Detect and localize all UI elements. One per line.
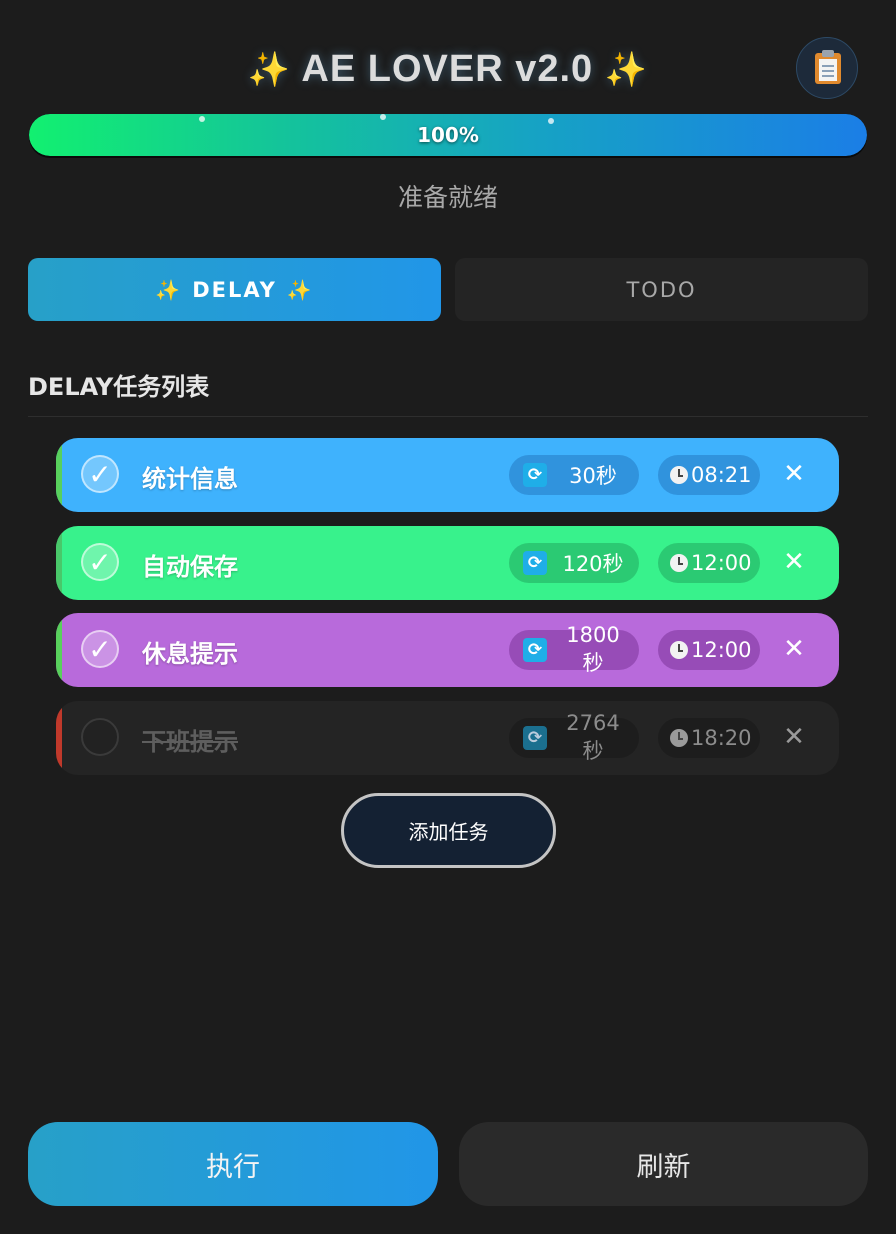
time-pill[interactable]: 18:20 xyxy=(658,718,760,758)
app-title: ✨ AE LOVER v2.0 ✨ xyxy=(0,48,896,91)
sparkle-icon: ✨ xyxy=(247,51,292,89)
tab-todo-label: TODO xyxy=(626,277,697,302)
interval-value: 30秒 xyxy=(569,464,617,488)
delete-task-button[interactable]: ✕ xyxy=(780,545,808,579)
delete-task-button[interactable]: ✕ xyxy=(780,457,808,491)
interval-pill[interactable]: ⟳ 120秒 xyxy=(509,543,639,583)
add-task-button[interactable]: 添加任务 xyxy=(341,793,556,868)
close-icon: ✕ xyxy=(783,722,805,752)
task-checkbox[interactable]: ✓ xyxy=(81,543,119,581)
task-name[interactable]: 统计信息 xyxy=(142,459,238,494)
check-icon: ✓ xyxy=(88,545,112,579)
clock-icon xyxy=(670,729,688,747)
check-icon: ✓ xyxy=(88,632,112,666)
time-pill[interactable]: 08:21 xyxy=(658,455,760,495)
status-text: 准备就绪 xyxy=(397,183,498,212)
progress-sparkle xyxy=(380,114,386,120)
interval-pill[interactable]: ⟳ 2764秒 xyxy=(509,711,639,763)
close-icon: ✕ xyxy=(783,547,805,577)
task-row: ✓ 休息提示 ⟳ 1800秒 12:00 ✕ xyxy=(56,613,839,687)
interval-value: 1800秒 xyxy=(566,623,620,675)
task-checkbox[interactable]: ✓ xyxy=(81,630,119,668)
progress-label: 100% xyxy=(417,123,479,147)
delete-task-button[interactable]: ✕ xyxy=(780,632,808,666)
refresh-icon: ⟳ xyxy=(523,726,547,750)
interval-pill[interactable]: ⟳ 30秒 xyxy=(509,455,639,495)
refresh-icon: ⟳ xyxy=(523,463,547,487)
refresh-icon: ⟳ xyxy=(523,551,547,575)
sparkle-icon: ✨ xyxy=(604,51,649,89)
time-pill[interactable]: 12:00 xyxy=(658,543,760,583)
progress-sparkle xyxy=(199,116,205,122)
sparkle-icon: ✨ xyxy=(155,277,183,302)
task-name[interactable]: 下班提示 xyxy=(142,722,238,757)
task-name[interactable]: 自动保存 xyxy=(142,547,238,582)
refresh-icon: ⟳ xyxy=(523,638,547,662)
divider xyxy=(28,416,868,417)
task-edge xyxy=(56,438,62,512)
task-edge xyxy=(56,701,62,775)
app-title-text: AE LOVER v2.0 xyxy=(301,48,594,90)
task-checkbox[interactable] xyxy=(81,718,119,756)
clock-icon xyxy=(670,641,688,659)
interval-value: 120秒 xyxy=(562,552,624,576)
task-row-disabled: 下班提示 ⟳ 2764秒 18:20 ✕ xyxy=(56,701,839,775)
time-value: 12:00 xyxy=(691,551,752,575)
close-icon: ✕ xyxy=(783,634,805,664)
clock-icon xyxy=(670,554,688,572)
task-checkbox[interactable]: ✓ xyxy=(81,455,119,493)
task-name[interactable]: 休息提示 xyxy=(142,634,238,669)
clipboard-icon xyxy=(815,50,841,84)
close-icon: ✕ xyxy=(783,459,805,489)
clock-icon xyxy=(670,466,688,484)
sparkle-icon: ✨ xyxy=(286,277,314,302)
task-edge xyxy=(56,613,62,687)
time-value: 08:21 xyxy=(691,463,752,487)
app-header: ✨ AE LOVER v2.0 ✨ xyxy=(0,37,896,104)
tab-delay[interactable]: ✨ DELAY ✨ xyxy=(28,258,441,321)
tab-todo[interactable]: TODO xyxy=(455,258,868,321)
time-pill[interactable]: 12:00 xyxy=(658,630,760,670)
delete-task-button[interactable]: ✕ xyxy=(780,720,808,754)
interval-pill[interactable]: ⟳ 1800秒 xyxy=(509,623,639,675)
task-edge xyxy=(56,526,62,600)
refresh-button[interactable]: 刷新 xyxy=(459,1122,868,1206)
progress-bar: 100% xyxy=(29,114,867,156)
interval-value: 2764秒 xyxy=(566,711,620,763)
task-row: ✓ 统计信息 ⟳ 30秒 08:21 ✕ xyxy=(56,438,839,512)
time-value: 12:00 xyxy=(691,638,752,662)
execute-button[interactable]: 执行 xyxy=(28,1122,438,1206)
time-value: 18:20 xyxy=(691,726,752,750)
section-title: DELAY任务列表 xyxy=(28,373,210,401)
task-row: ✓ 自动保存 ⟳ 120秒 12:00 ✕ xyxy=(56,526,839,600)
tab-delay-label: DELAY xyxy=(192,277,277,302)
check-icon: ✓ xyxy=(88,457,112,491)
clipboard-button[interactable] xyxy=(796,37,858,99)
